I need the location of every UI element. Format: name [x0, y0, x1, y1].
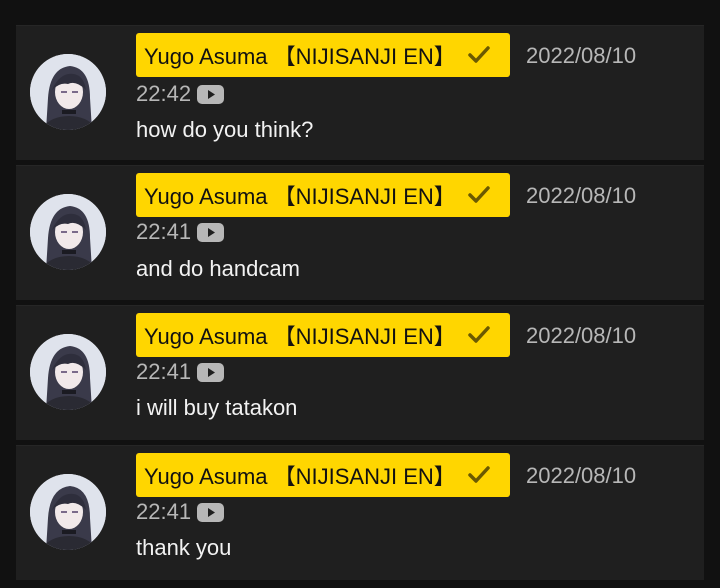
message-date: 2022/08/10: [526, 323, 637, 348]
message-time-row: 22:41: [136, 219, 225, 245]
message-date: 2022/08/10: [526, 183, 637, 208]
message-time: 22:41: [136, 359, 192, 384]
check-icon: [468, 326, 490, 343]
avatar-image: [30, 54, 106, 130]
youtube-icon: [197, 362, 225, 382]
avatar-image: [30, 194, 106, 270]
avatar-image: [30, 474, 106, 550]
author-name-badge[interactable]: Yugo Asuma 【NIJISANJI EN】: [136, 173, 510, 217]
chat-message: Yugo Asuma 【NIJISANJI EN】 2022/08/10 22:…: [16, 165, 704, 300]
author-name-badge[interactable]: Yugo Asuma 【NIJISANJI EN】: [136, 453, 510, 497]
check-icon: [468, 466, 490, 483]
author-name-badge[interactable]: Yugo Asuma 【NIJISANJI EN】: [136, 313, 510, 357]
message-time-row: 22:42: [136, 81, 225, 107]
youtube-icon: [197, 84, 225, 104]
avatar-image: [30, 334, 106, 410]
avatar[interactable]: [30, 474, 106, 550]
youtube-icon: [197, 502, 225, 522]
avatar[interactable]: [30, 334, 106, 410]
message-date: 2022/08/10: [526, 43, 637, 68]
author-name: Yugo Asuma 【NIJISANJI EN】: [144, 184, 456, 209]
message-time: 22:42: [136, 81, 192, 106]
message-time-row: 22:41: [136, 359, 225, 385]
author-name: Yugo Asuma 【NIJISANJI EN】: [144, 464, 456, 489]
chat-message: Yugo Asuma 【NIJISANJI EN】 2022/08/10 22:…: [16, 25, 704, 160]
message-text: and do handcam: [136, 256, 300, 281]
check-icon: [468, 186, 490, 203]
message-time: 22:41: [136, 499, 192, 524]
avatar[interactable]: [30, 194, 106, 270]
author-name-badge[interactable]: Yugo Asuma 【NIJISANJI EN】: [136, 33, 510, 77]
chat-message: Yugo Asuma 【NIJISANJI EN】 2022/08/10 22:…: [16, 445, 704, 580]
author-name: Yugo Asuma 【NIJISANJI EN】: [144, 324, 456, 349]
avatar[interactable]: [30, 54, 106, 130]
message-text: how do you think?: [136, 117, 314, 142]
message-date: 2022/08/10: [526, 463, 637, 488]
message-time: 22:41: [136, 219, 192, 244]
message-text: i will buy tatakon: [136, 395, 298, 420]
message-time-row: 22:41: [136, 499, 225, 525]
check-icon: [468, 46, 490, 63]
author-name: Yugo Asuma 【NIJISANJI EN】: [144, 44, 456, 69]
chat-message: Yugo Asuma 【NIJISANJI EN】 2022/08/10 22:…: [16, 305, 704, 440]
message-feed: Yugo Asuma 【NIJISANJI EN】 2022/08/10 22:…: [0, 0, 720, 588]
message-text: thank you: [136, 535, 232, 560]
youtube-icon: [197, 222, 225, 242]
